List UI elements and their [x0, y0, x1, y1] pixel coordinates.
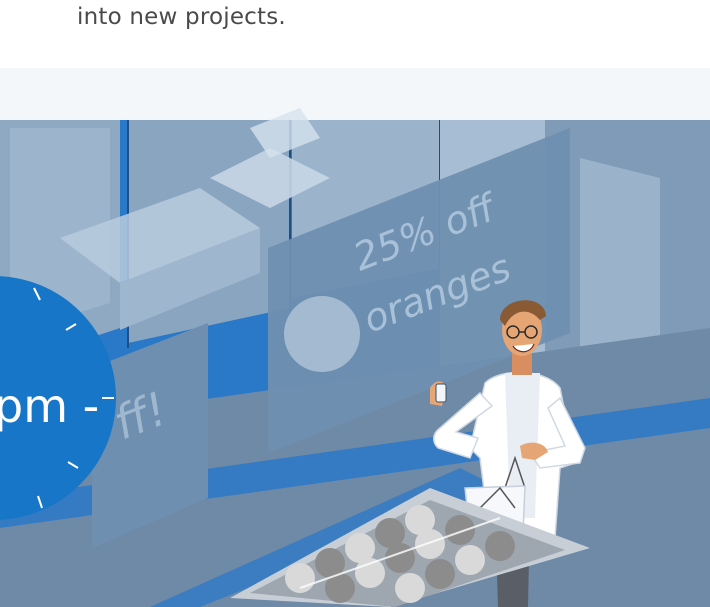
orange-icon [284, 296, 360, 372]
intro-text: into new projects. [77, 4, 286, 30]
store-illustration: 25% off oranges ff! pm - [0, 68, 710, 607]
clock-text: pm - [0, 379, 99, 433]
sky-band [0, 68, 710, 120]
smartphone-icon [435, 383, 447, 403]
